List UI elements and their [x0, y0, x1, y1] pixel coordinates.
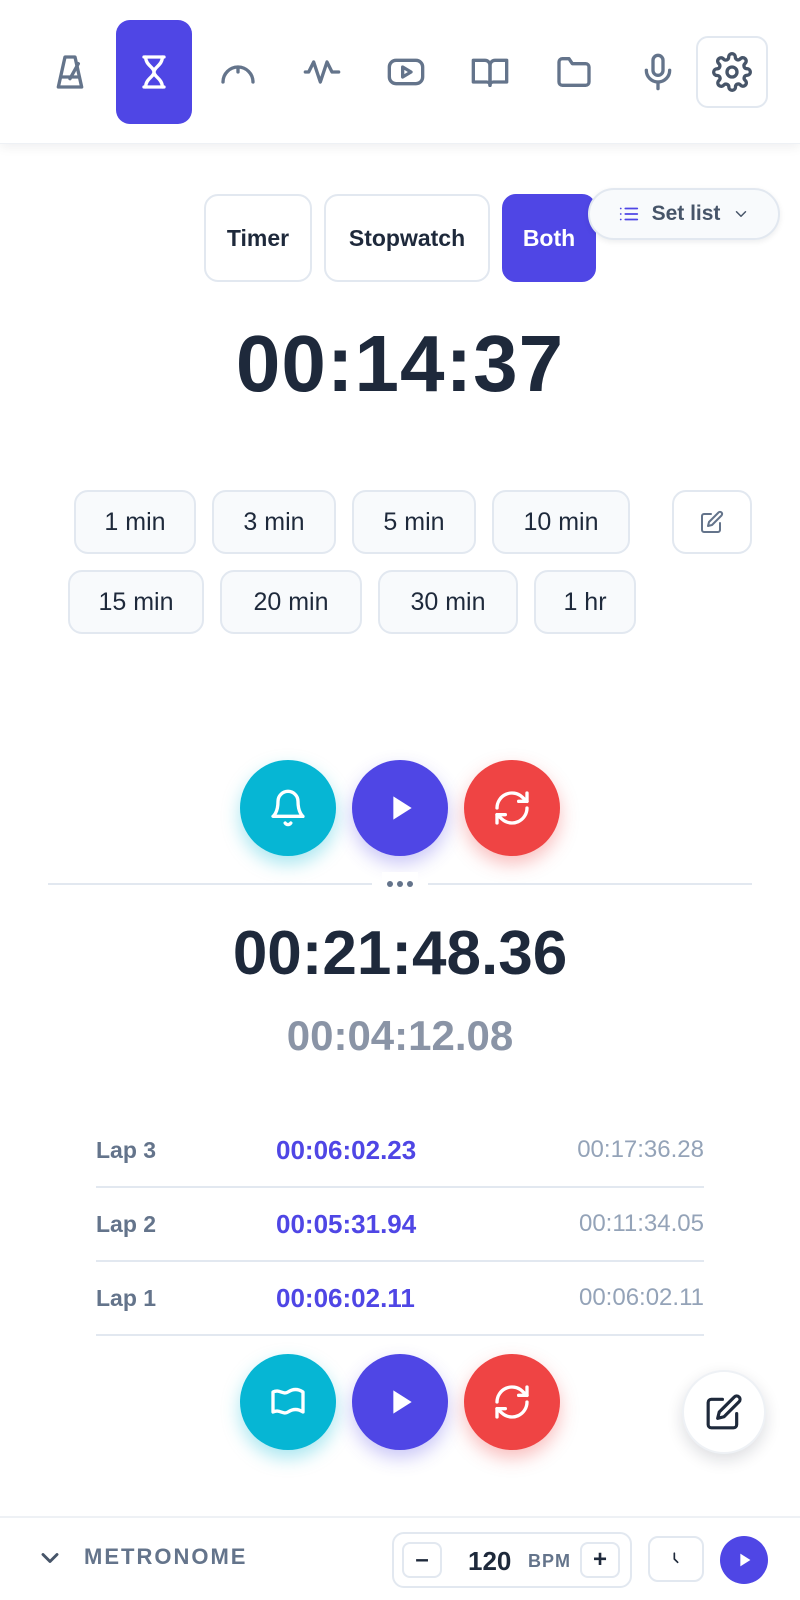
preset-10-min[interactable]: 10 min	[492, 490, 630, 554]
stopwatch-display: 00:21:48.36	[232, 919, 568, 988]
bpm-unit: BPM	[528, 1551, 571, 1571]
nav-folder[interactable]	[536, 20, 612, 124]
bpm-control: – 120 BPM +	[392, 1532, 632, 1588]
bpm-decrement-button[interactable]: –	[402, 1542, 442, 1578]
preset-3-min[interactable]: 3 min	[212, 490, 336, 554]
hourglass-icon	[142, 55, 166, 89]
preset-1-min[interactable]: 1 min	[74, 490, 196, 554]
nav-recorder[interactable]	[620, 20, 696, 124]
microphone-icon	[644, 53, 672, 91]
top-nav	[0, 0, 800, 144]
youtube-icon	[387, 58, 425, 86]
timer-alarm-button[interactable]	[240, 760, 336, 856]
nav-video[interactable]	[368, 20, 444, 124]
stopwatch-reset-button[interactable]	[464, 1354, 560, 1450]
gear-icon	[712, 52, 752, 92]
preset-5-min[interactable]: 5 min	[352, 490, 476, 554]
nav-drone[interactable]	[284, 20, 360, 124]
stopwatch-play-button[interactable]	[352, 1354, 448, 1450]
edit-icon	[701, 510, 724, 533]
settings-button[interactable]	[696, 36, 768, 108]
edit-icon	[706, 1394, 742, 1430]
notes-edit-button[interactable]	[682, 1370, 766, 1454]
lap-split: 00:06:02.11	[276, 1282, 415, 1313]
wave-icon	[303, 60, 341, 84]
section-divider-right	[428, 883, 752, 885]
nav-metronome[interactable]	[32, 20, 108, 124]
section-divider-left	[48, 883, 372, 885]
lap-total: 00:11:34.05	[578, 1210, 704, 1237]
nav-timer[interactable]	[116, 20, 192, 124]
tap-icon	[673, 1552, 679, 1564]
gauge-icon	[221, 65, 255, 84]
lap-name: Lap 1	[96, 1284, 157, 1311]
play-icon	[393, 1390, 412, 1414]
refresh-icon	[495, 1385, 529, 1419]
current-lap-display: 00:04:12.08	[286, 1012, 514, 1059]
lap-name: Lap 3	[96, 1136, 157, 1163]
lap-row: Lap 2 00:05:31.94 00:11:34.05	[96, 1188, 704, 1262]
lap-name: Lap 2	[96, 1210, 157, 1237]
lap-row: Lap 1 00:06:02.11 00:06:02.11	[96, 1262, 704, 1336]
lap-total: 00:17:36.28	[577, 1136, 704, 1163]
resize-handle[interactable]	[382, 872, 418, 896]
nav-book[interactable]	[452, 20, 528, 124]
lap-split: 00:06:02.23	[276, 1134, 417, 1165]
chevron-down-icon[interactable]	[36, 1544, 64, 1572]
lap-total: 00:06:02.11	[578, 1284, 704, 1311]
stopwatch-lap-button[interactable]	[240, 1354, 336, 1450]
bpm-increment-button[interactable]: +	[580, 1542, 620, 1578]
book-icon	[471, 58, 509, 88]
mode-timer-button[interactable]: Timer	[204, 194, 312, 282]
bell-icon	[271, 789, 305, 827]
tap-tempo-button[interactable]	[648, 1536, 704, 1582]
lap-row: Lap 3 00:06:02.23 00:17:36.28	[96, 1114, 704, 1188]
folder-icon	[557, 57, 591, 88]
mode-both-button[interactable]: Both	[502, 194, 596, 282]
metronome-bar: METRONOME – 120 BPM +	[0, 1516, 800, 1600]
bpm-value[interactable]: 120	[468, 1546, 511, 1577]
metronome-play-button[interactable]	[720, 1536, 768, 1584]
preset-30-min[interactable]: 30 min	[378, 570, 518, 634]
chevron-down-icon	[736, 211, 747, 217]
lap-split: 00:05:31.94	[276, 1208, 417, 1239]
preset-1-hr[interactable]: 1 hr	[534, 570, 636, 634]
refresh-icon	[495, 791, 529, 825]
metronome-bar-label: METRONOME	[84, 1544, 248, 1569]
timer-display[interactable]: 00:14:37	[0, 318, 800, 410]
timer-play-button[interactable]	[352, 760, 448, 856]
setlist-dropdown[interactable]: Set list	[588, 188, 780, 240]
mode-stopwatch-button[interactable]: Stopwatch	[324, 194, 490, 282]
preset-15-min[interactable]: 15 min	[68, 570, 204, 634]
metronome-icon	[56, 55, 84, 89]
timer-reset-button[interactable]	[464, 760, 560, 856]
preset-20-min[interactable]: 20 min	[220, 570, 362, 634]
edit-presets-button[interactable]	[672, 490, 752, 554]
nav-tuner[interactable]	[200, 20, 276, 124]
play-icon	[393, 796, 412, 820]
play-icon	[740, 1553, 751, 1567]
flag-icon	[271, 1387, 305, 1415]
list-icon	[619, 207, 638, 221]
setlist-label: Set list	[651, 202, 721, 225]
